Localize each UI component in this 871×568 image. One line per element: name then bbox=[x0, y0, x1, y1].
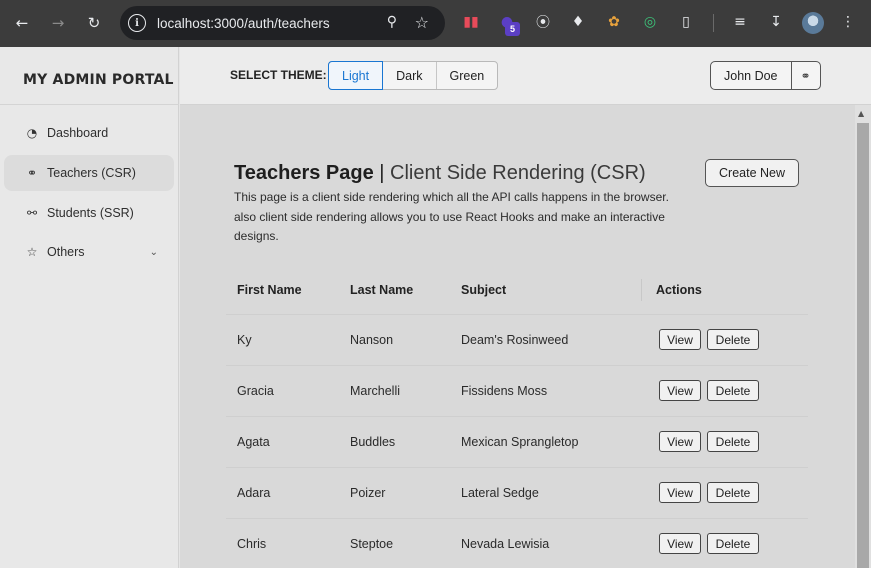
theme-light-button[interactable]: Light bbox=[328, 61, 384, 90]
scroll-up-icon[interactable]: ▲ bbox=[858, 109, 864, 118]
color-extension-icon[interactable]: ✿ bbox=[604, 12, 624, 32]
user-icon: ⚭ bbox=[26, 166, 38, 180]
cell-last-name: Steptoe bbox=[350, 537, 394, 551]
user-name[interactable]: John Doe bbox=[711, 62, 792, 89]
site-info-icon[interactable]: i bbox=[128, 14, 146, 32]
sidebar-item-label: Others bbox=[47, 245, 85, 259]
users-icon: ⚯ bbox=[26, 206, 38, 220]
scroll-thumb[interactable] bbox=[857, 123, 869, 568]
user-menu[interactable]: John Doe ⚭ bbox=[710, 61, 821, 90]
delete-button[interactable]: Delete bbox=[707, 431, 759, 452]
sidebar-item-label: Teachers (CSR) bbox=[47, 166, 136, 180]
target-extension-icon[interactable]: ◎ bbox=[640, 12, 660, 32]
cell-first-name: Adara bbox=[237, 486, 271, 500]
column-header-actions: Actions bbox=[656, 282, 702, 297]
chevron-down-icon[interactable]: ⌄ bbox=[150, 247, 158, 258]
cell-subject: Fissidens Moss bbox=[461, 384, 548, 398]
page-description: This page is a client side rendering whi… bbox=[234, 190, 669, 243]
sidebar-divider bbox=[0, 104, 179, 105]
theme-label: SELECT THEME: bbox=[230, 68, 327, 82]
table-row: Gracia Marchelli Fissidens Moss View Del… bbox=[226, 366, 808, 417]
delete-button[interactable]: Delete bbox=[707, 533, 759, 554]
page-title-subtitle: Client Side Rendering (CSR) bbox=[390, 162, 646, 184]
teachers-table: First Name Last Name Subject Actions Ky … bbox=[226, 265, 808, 568]
column-header-subject: Subject bbox=[461, 282, 507, 297]
delete-button[interactable]: Delete bbox=[707, 482, 759, 503]
column-header-first-name: First Name bbox=[237, 282, 302, 297]
create-new-button[interactable]: Create New bbox=[705, 159, 799, 187]
cell-last-name: Poizer bbox=[350, 486, 386, 500]
cell-subject: Nevada Lewisia bbox=[461, 537, 550, 551]
cell-subject: Mexican Sprangletop bbox=[461, 435, 579, 449]
sidebar-item-dashboard[interactable]: ◔ Dashboard bbox=[4, 115, 174, 151]
back-arrow-icon[interactable]: ← bbox=[13, 14, 31, 32]
puzzle-extensions-icon[interactable]: ▯ bbox=[676, 12, 696, 32]
top-header: SELECT THEME: Light Dark Green John Doe … bbox=[180, 47, 871, 105]
extension-badge: 5 bbox=[505, 22, 520, 36]
table-row: Ky Nanson Deam's Rosinweed View Delete bbox=[226, 315, 808, 366]
main-content: Teachers Page | Client Side Rendering (C… bbox=[180, 105, 855, 568]
media-control-icon[interactable]: ≡ bbox=[730, 12, 750, 32]
view-button[interactable]: View bbox=[659, 329, 701, 350]
view-button[interactable]: View bbox=[659, 431, 701, 452]
table-header: First Name Last Name Subject Actions bbox=[226, 265, 808, 315]
page-title-bold: Teachers Page bbox=[234, 162, 374, 184]
download-icon[interactable]: ↧ bbox=[766, 12, 786, 32]
forward-arrow-icon[interactable]: → bbox=[49, 14, 67, 32]
reload-icon[interactable]: ↻ bbox=[85, 14, 103, 32]
cell-first-name: Chris bbox=[237, 537, 267, 551]
table-row: Chris Steptoe Nevada Lewisia View Delete bbox=[226, 519, 808, 568]
sidebar-item-label: Students (SSR) bbox=[47, 206, 134, 220]
address-bar[interactable]: i localhost:3000/auth/teachers ⚲ ☆ bbox=[120, 6, 445, 40]
delete-button[interactable]: Delete bbox=[707, 329, 759, 350]
cell-first-name: Gracia bbox=[237, 384, 274, 398]
pie-chart-icon: ◔ bbox=[26, 126, 38, 140]
sidebar-item-label: Dashboard bbox=[47, 126, 109, 140]
cell-last-name: Marchelli bbox=[350, 384, 401, 398]
sidebar-item-teachers[interactable]: ⚭ Teachers (CSR) bbox=[4, 155, 174, 191]
cell-subject: Lateral Sedge bbox=[461, 486, 539, 500]
url-text[interactable]: localhost:3000/auth/teachers bbox=[157, 16, 330, 31]
view-button[interactable]: View bbox=[659, 533, 701, 554]
theme-toggle-group: Light Dark Green bbox=[328, 61, 499, 90]
profile-avatar[interactable] bbox=[802, 12, 824, 34]
cell-last-name: Buddles bbox=[350, 435, 396, 449]
sidebar-item-others[interactable]: ☆ Others ⌄ bbox=[4, 234, 174, 270]
kebab-menu-icon[interactable]: ⋮ bbox=[838, 12, 858, 32]
sidebar: MY ADMIN PORTAL ◔ Dashboard ⚭ Teachers (… bbox=[0, 47, 179, 568]
cell-last-name: Nanson bbox=[350, 333, 394, 347]
cell-first-name: Agata bbox=[237, 435, 270, 449]
bookmark-star-icon[interactable]: ☆ bbox=[415, 13, 429, 32]
delete-button[interactable]: Delete bbox=[707, 380, 759, 401]
column-header-last-name: Last Name bbox=[350, 282, 414, 297]
cell-subject: Deam's Rosinweed bbox=[461, 333, 569, 347]
table-row: Adara Poizer Lateral Sedge View Delete bbox=[226, 468, 808, 519]
theme-dark-button[interactable]: Dark bbox=[383, 62, 437, 89]
view-button[interactable]: View bbox=[659, 380, 701, 401]
vertical-scrollbar[interactable]: ▲ bbox=[855, 105, 871, 568]
audio-extension-icon[interactable]: ▮▮ bbox=[461, 12, 481, 32]
theme-green-button[interactable]: Green bbox=[437, 62, 498, 89]
user-icon[interactable]: ⚭ bbox=[792, 62, 820, 89]
sidebar-item-students[interactable]: ⚯ Students (SSR) bbox=[4, 195, 174, 231]
zoom-icon[interactable]: ⚲ bbox=[387, 14, 397, 30]
toolbar-divider bbox=[713, 14, 714, 32]
brand-title: MY ADMIN PORTAL bbox=[23, 72, 174, 88]
column-divider bbox=[641, 279, 642, 301]
compass-extension-icon[interactable]: ⦿ bbox=[533, 12, 553, 32]
table-row: Agata Buddles Mexican Sprangletop View D… bbox=[226, 417, 808, 468]
cube-extension-icon[interactable]: ♦ bbox=[568, 12, 588, 32]
title-separator: | bbox=[373, 162, 391, 184]
view-button[interactable]: View bbox=[659, 482, 701, 503]
cell-first-name: Ky bbox=[237, 333, 252, 347]
page-title: Teachers Page | Client Side Rendering (C… bbox=[234, 162, 646, 185]
star-icon: ☆ bbox=[26, 245, 38, 259]
browser-toolbar: ← → ↻ i localhost:3000/auth/teachers ⚲ ☆… bbox=[0, 0, 871, 47]
